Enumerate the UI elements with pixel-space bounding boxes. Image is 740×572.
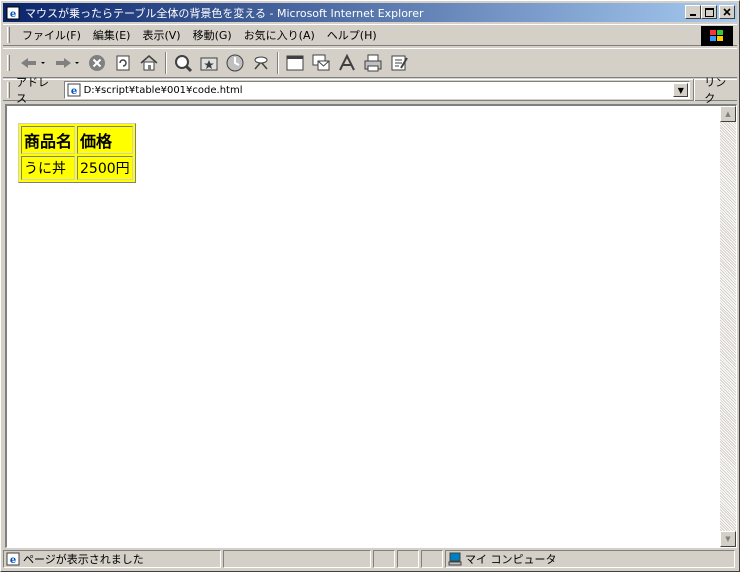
fullscreen-icon: [286, 55, 304, 71]
svg-text:e: e: [70, 86, 76, 97]
security-zone-label: マイ コンピュータ: [465, 553, 557, 566]
forward-button[interactable]: [50, 51, 84, 75]
status-pane: [397, 550, 419, 568]
menu-grip[interactable]: [7, 27, 10, 43]
toolbar-separator: [693, 79, 696, 101]
column-header-price: 価格: [77, 126, 133, 154]
menu-edit[interactable]: 編集(E): [87, 27, 137, 43]
address-bar: アドレス e D:¥script¥table¥001¥code.html ▼ リ…: [3, 76, 737, 105]
cell-price: 2500円: [77, 156, 133, 180]
refresh-button[interactable]: [110, 51, 136, 75]
title-bar[interactable]: e マウスが乗ったらテーブル全体の背景色を変える - Microsoft Int…: [3, 3, 737, 22]
toolbar-separator: [165, 52, 167, 74]
windows-logo-icon: [701, 26, 733, 46]
satellite-icon: [254, 56, 268, 70]
history-button[interactable]: [222, 51, 248, 75]
links-button[interactable]: リンク: [704, 74, 737, 106]
search-icon: [175, 55, 193, 73]
scroll-down-button[interactable]: ▼: [720, 531, 736, 547]
print-button[interactable]: [360, 51, 386, 75]
forward-arrow-icon: [56, 58, 79, 68]
stop-icon: [89, 55, 105, 71]
menu-help[interactable]: ヘルプ(H): [321, 27, 383, 43]
computer-icon: [448, 552, 462, 566]
back-button[interactable]: [16, 51, 50, 75]
status-message: ページが表示されました: [23, 553, 144, 566]
edit-page-icon: [391, 55, 408, 71]
minimize-button[interactable]: [685, 5, 701, 19]
table-row: うに丼 2500円: [21, 156, 133, 180]
vertical-scrollbar[interactable]: ▲ ▼: [720, 106, 736, 547]
status-progress-pane: [223, 550, 371, 568]
status-pane: [373, 550, 395, 568]
menu-file[interactable]: ファイル(F): [16, 27, 87, 43]
status-pane: [421, 550, 443, 568]
window-title: マウスが乗ったらテーブル全体の背景色を変える - Microsoft Inter…: [25, 6, 424, 20]
close-button[interactable]: [719, 5, 735, 19]
home-button[interactable]: [136, 51, 162, 75]
toolbar-separator: [277, 52, 279, 74]
edit-button[interactable]: [386, 51, 412, 75]
fullscreen-button[interactable]: [282, 51, 308, 75]
font-size-icon: [339, 53, 355, 71]
menu-bar: ファイル(F) 編集(E) 表示(V) 移動(G) お気に入り(A) ヘルプ(H…: [3, 24, 737, 46]
favorites-button[interactable]: [196, 51, 222, 75]
home-icon: [140, 55, 158, 71]
address-input[interactable]: e D:¥script¥table¥001¥code.html ▼: [63, 81, 691, 99]
mail-icon: [312, 54, 330, 71]
toolbar-grip[interactable]: [7, 55, 10, 71]
svg-text:e: e: [10, 9, 16, 20]
table-header-row: 商品名 価格: [21, 126, 133, 154]
printer-icon: [364, 54, 382, 72]
menu-go[interactable]: 移動(G): [187, 27, 238, 43]
ie-page-icon: e: [5, 5, 21, 21]
svg-text:e: e: [10, 555, 16, 566]
ie-page-icon: e: [67, 83, 81, 97]
scroll-up-button[interactable]: ▲: [720, 106, 736, 122]
address-dropdown-button[interactable]: ▼: [673, 83, 689, 97]
ie-window: e マウスが乗ったらテーブル全体の背景色を変える - Microsoft Int…: [0, 0, 740, 572]
cell-product-name: うに丼: [21, 156, 76, 180]
font-button[interactable]: [334, 51, 360, 75]
page-content: 商品名 価格 うに丼 2500円 ▲ ▼: [5, 104, 737, 548]
address-grip[interactable]: [7, 82, 10, 98]
history-icon: [226, 54, 244, 72]
price-table: 商品名 価格 うに丼 2500円: [18, 123, 136, 183]
back-arrow-icon: [21, 58, 45, 68]
maximize-button[interactable]: [701, 5, 717, 19]
ie-page-icon: e: [6, 552, 20, 566]
status-zone-pane: マイ コンピュータ: [445, 550, 735, 568]
favorites-folder-icon: [200, 57, 218, 71]
address-url: D:¥script¥table¥001¥code.html: [83, 84, 243, 96]
address-label: アドレス: [15, 76, 49, 105]
refresh-icon: [116, 55, 130, 71]
mail-button[interactable]: [308, 51, 334, 75]
menu-favorites[interactable]: お気に入り(A): [238, 27, 321, 43]
status-bar: e ページが表示されました マイ コンピュータ: [3, 549, 737, 569]
menu-view[interactable]: 表示(V): [136, 27, 186, 43]
status-message-pane: e ページが表示されました: [3, 550, 221, 568]
channels-button[interactable]: [248, 51, 274, 75]
standard-toolbar: [3, 48, 737, 78]
stop-button[interactable]: [84, 51, 110, 75]
column-header-product: 商品名: [21, 126, 76, 154]
search-button[interactable]: [170, 51, 196, 75]
